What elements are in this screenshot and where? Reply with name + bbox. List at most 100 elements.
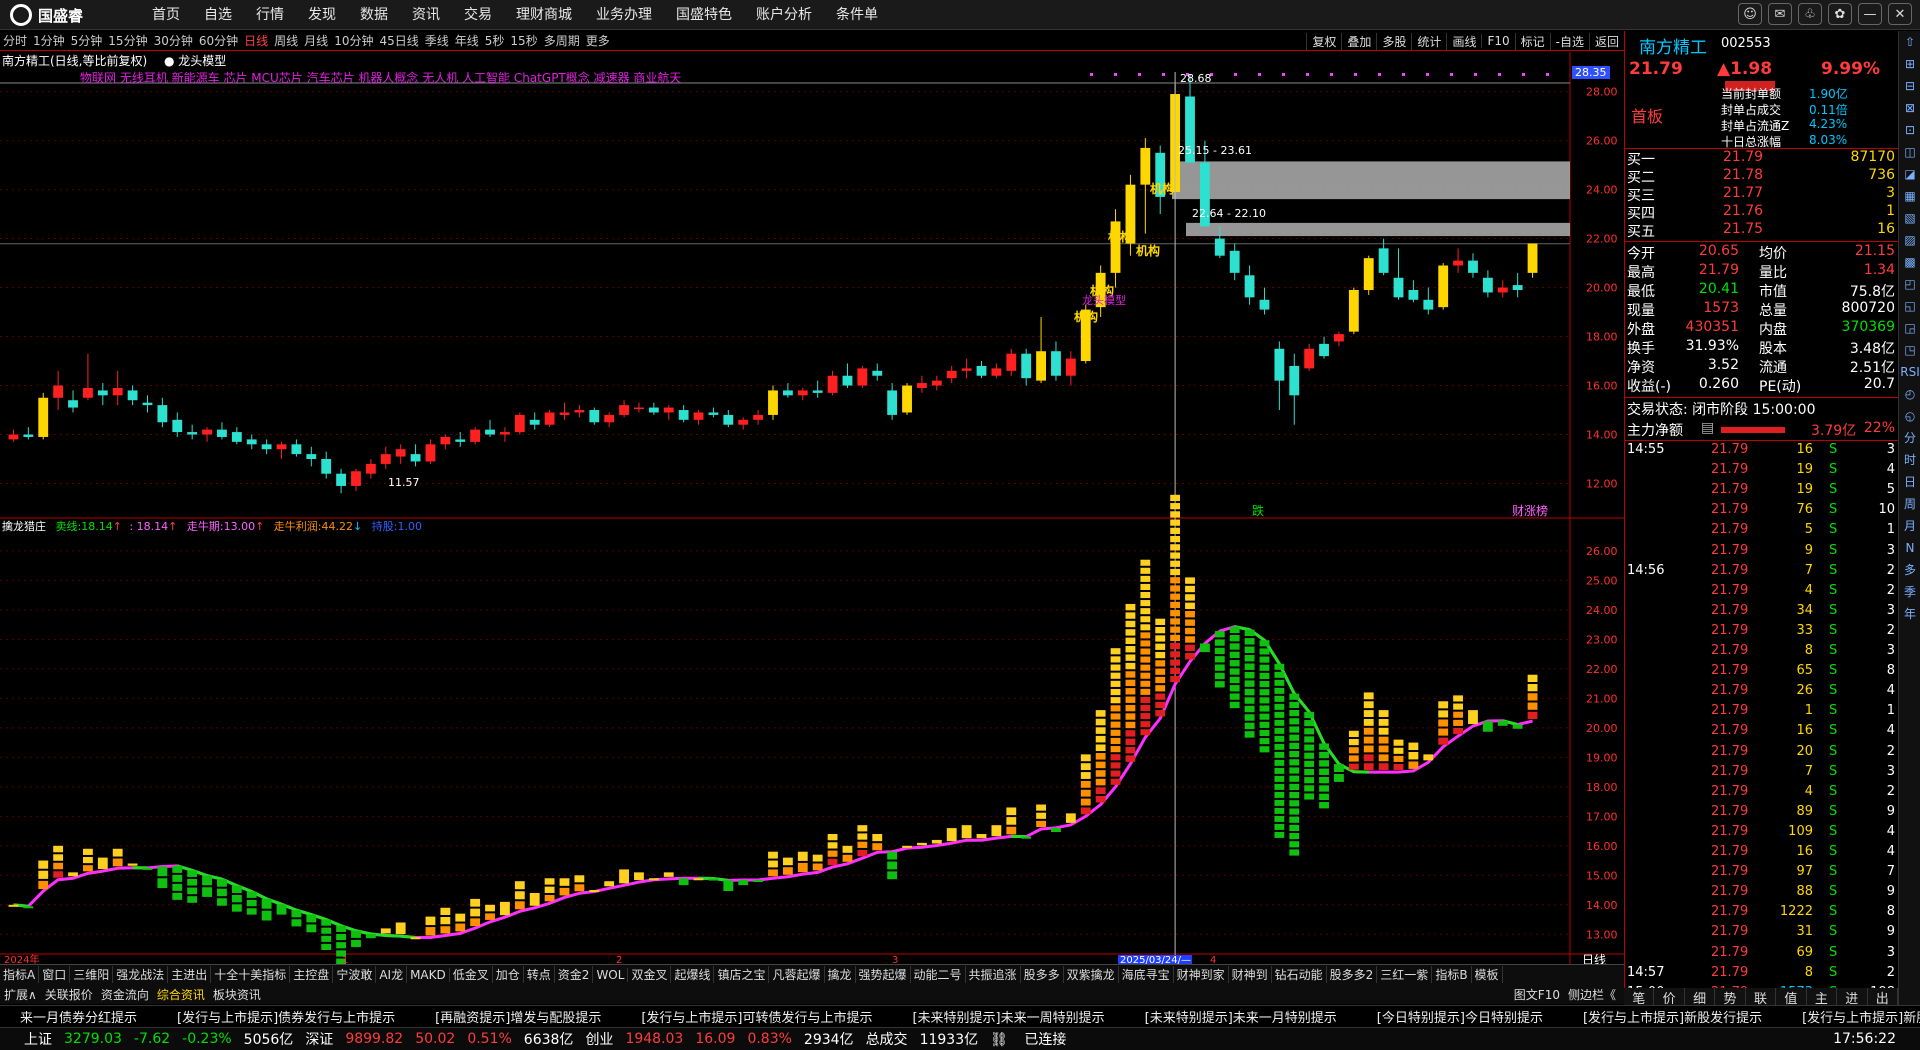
index-sh[interactable]: 3279.03 — [64, 1031, 122, 1047]
indicator-tab[interactable]: 双金叉 — [628, 966, 672, 983]
period-tab[interactable]: 分时 — [0, 32, 30, 49]
menu-item[interactable]: 自选 — [192, 0, 244, 30]
indicator-tab[interactable]: AI龙 — [376, 966, 408, 983]
sidebar-icon[interactable]: ▩ — [1899, 251, 1920, 273]
period-tab[interactable]: 45日线 — [376, 32, 421, 49]
sidebar-icon[interactable]: ◳ — [1899, 339, 1920, 361]
toolbar-button[interactable]: 多股 — [1376, 32, 1411, 50]
detail-tab[interactable]: 进 — [1837, 988, 1868, 1007]
indicator-tab[interactable]: 主进出 — [168, 966, 212, 983]
indicator-tab[interactable]: 主控盘 — [290, 966, 334, 983]
indicator-tab[interactable]: 十全十美指标 — [211, 966, 291, 983]
sidebar-icon[interactable]: 月 — [1899, 515, 1920, 537]
toolbar-button[interactable]: 返回 — [1588, 32, 1624, 50]
f10-tab[interactable]: 侧边栏《 — [1564, 988, 1620, 1002]
indicator-tab[interactable]: WOL — [593, 967, 629, 982]
sidebar-icon[interactable]: 季 — [1899, 581, 1920, 603]
window-control-icon[interactable]: ♧ — [1798, 3, 1822, 25]
sidebar-icon[interactable]: ▦ — [1899, 185, 1920, 207]
detail-tab[interactable]: 细 — [1685, 988, 1716, 1007]
order-book-row[interactable]: 买五 21.75 16 — [1625, 221, 1899, 240]
indicator-tab[interactable]: MAKD — [407, 967, 450, 982]
indicator-tab[interactable]: 起爆线 — [671, 966, 715, 983]
sidebar-icon[interactable]: ◰ — [1899, 273, 1920, 295]
index-cy[interactable]: 1948.03 — [625, 1031, 683, 1047]
indicator-tab[interactable]: 转点 — [524, 966, 555, 983]
news-item[interactable]: [发行与上市提示]新股发行与上市提 — [1782, 1007, 1920, 1026]
period-tab[interactable]: 5分钟 — [68, 32, 106, 49]
f10-tab[interactable]: 图文F10 — [1510, 988, 1564, 1002]
indicator-tab[interactable]: 宁波敢 — [333, 966, 377, 983]
news-item[interactable]: [发行与上市提示]可转债发行与上市提示 — [621, 1007, 892, 1026]
detail-tab[interactable]: 出 — [1868, 988, 1898, 1007]
news-item[interactable]: [今日特别提示]今日特别提示 — [1357, 1007, 1563, 1026]
detail-tab[interactable]: 笔 — [1624, 988, 1655, 1007]
info-tab[interactable]: 资金流向 — [97, 986, 153, 1003]
window-control-icon[interactable]: ✕ — [1888, 3, 1912, 25]
menu-item[interactable]: 首页 — [140, 0, 192, 30]
indicator-tab[interactable]: 强龙战法 — [113, 966, 169, 983]
menu-item[interactable]: 条件单 — [824, 0, 890, 30]
period-tab[interactable]: 日线 — [241, 32, 271, 49]
indicator-tab[interactable]: 动能二号 — [911, 966, 966, 983]
sidebar-icon[interactable]: ◫ — [1899, 141, 1920, 163]
period-tab[interactable]: 季线 — [422, 32, 452, 49]
period-tab[interactable]: 60分钟 — [196, 32, 241, 49]
toolbar-button[interactable]: 标记 — [1514, 32, 1550, 50]
sidebar-icon[interactable]: ◴ — [1899, 383, 1920, 405]
news-item[interactable]: [未来特别提示]未来一周特别提示 — [892, 1007, 1124, 1026]
indicator-tab[interactable]: 股多多 — [1021, 966, 1064, 983]
sidebar-icon[interactable]: ◪ — [1899, 163, 1920, 185]
indicator-tab[interactable]: 窗口 — [39, 966, 71, 983]
indicator-tab[interactable]: 三维阳 — [70, 966, 114, 983]
indicator-tab[interactable]: 财神到家 — [1174, 966, 1229, 983]
detail-tab[interactable]: 势 — [1715, 988, 1746, 1007]
info-tab[interactable]: 综合资讯 — [153, 986, 209, 1003]
indicator-tab[interactable]: 指标A — [0, 966, 40, 983]
menu-item[interactable]: 交易 — [452, 0, 504, 30]
detail-tab[interactable]: 值 — [1776, 988, 1807, 1007]
window-control-icon[interactable]: ✉ — [1768, 3, 1792, 25]
indicator-tab[interactable]: 海底寻宝 — [1119, 966, 1174, 983]
indicator-tab[interactable]: 资金2 — [555, 966, 594, 983]
period-tab[interactable]: 15分钟 — [105, 32, 150, 49]
sidebar-icon[interactable]: 周 — [1899, 493, 1920, 515]
period-tab[interactable]: 10分钟 — [331, 32, 376, 49]
sidebar-icon[interactable]: 日 — [1899, 471, 1920, 493]
sidebar-icon[interactable]: 多 — [1899, 559, 1920, 581]
sidebar-icon[interactable]: ◱ — [1899, 295, 1920, 317]
order-book-row[interactable]: 买一 21.79 87170 — [1625, 149, 1899, 168]
period-tab[interactable]: 周线 — [271, 32, 301, 49]
sidebar-icon[interactable]: RSI — [1899, 361, 1920, 383]
sidebar-icon[interactable]: ⊟ — [1899, 75, 1920, 97]
sidebar-icon[interactable]: 分 — [1899, 427, 1920, 449]
period-tab[interactable]: 15秒 — [507, 32, 540, 49]
news-item[interactable]: [发行与上市提示]债券发行与上市提示 — [157, 1007, 415, 1026]
sidebar-icon[interactable]: 时 — [1899, 449, 1920, 471]
period-tab[interactable]: 5秒 — [482, 32, 508, 49]
period-tab[interactable]: 月线 — [301, 32, 331, 49]
indicator-tab[interactable]: 双紫擒龙 — [1064, 966, 1119, 983]
detail-tab[interactable]: 主 — [1807, 988, 1838, 1007]
sidebar-icon[interactable]: ⊠ — [1899, 97, 1920, 119]
detail-icon[interactable]: ▤ — [1701, 420, 1714, 436]
sidebar-icon[interactable]: ⇧ — [1899, 31, 1920, 53]
toolbar-button[interactable]: 统计 — [1411, 32, 1446, 50]
order-book-row[interactable]: 买三 21.77 3 — [1625, 185, 1899, 204]
indicator-tab[interactable]: 擒龙 — [825, 966, 856, 983]
indicator-tab[interactable]: 股多多2 — [1327, 966, 1378, 983]
menu-item[interactable]: 理财商城 — [504, 0, 584, 30]
indicator-tab[interactable]: 镇店之宝 — [714, 966, 770, 983]
window-control-icon[interactable]: — — [1858, 3, 1882, 25]
menu-item[interactable]: 业务办理 — [584, 0, 664, 30]
indicator-tab[interactable]: 凡蓉起爆 — [769, 966, 825, 983]
period-tab[interactable]: 1分钟 — [30, 32, 68, 49]
index-sz[interactable]: 9899.82 — [345, 1031, 403, 1047]
period-tab[interactable]: 更多 — [583, 32, 613, 49]
indicator-tab[interactable]: 财神到 — [1229, 966, 1272, 983]
period-tab[interactable]: 30分钟 — [151, 32, 196, 49]
menu-item[interactable]: 行情 — [244, 0, 296, 30]
menu-item[interactable]: 账户分析 — [744, 0, 824, 30]
indicator-tab[interactable]: 加仓 — [493, 966, 524, 983]
sidebar-icon[interactable]: ⊡ — [1899, 119, 1920, 141]
